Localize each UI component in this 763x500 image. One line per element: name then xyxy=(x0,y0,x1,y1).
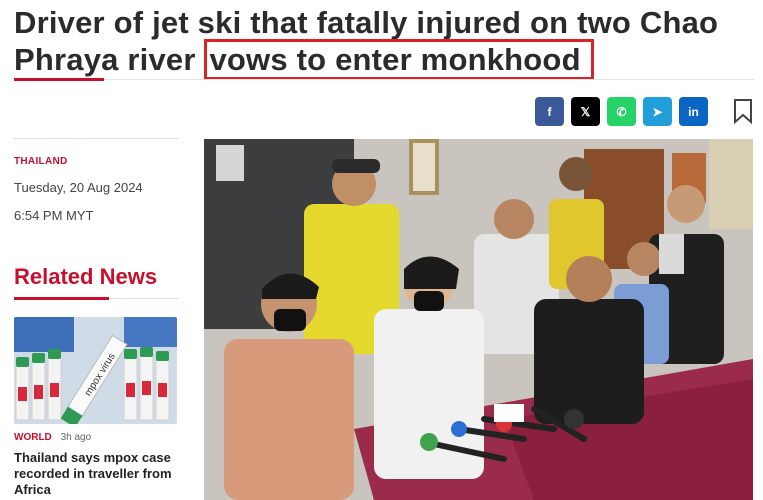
telegram-icon: ➤ xyxy=(652,104,663,119)
facebook-icon: f xyxy=(547,104,552,119)
facebook-share-button[interactable]: f xyxy=(535,97,564,126)
publish-time: 6:54 PM MYT xyxy=(14,208,94,223)
bookmark-icon xyxy=(734,99,752,125)
article-meta-sidebar: THAILAND Tuesday, 20 Aug 2024 6:54 PM MY… xyxy=(14,138,178,223)
linkedin-icon: in xyxy=(688,104,699,119)
sidebar-divider xyxy=(14,138,178,139)
related-item-title[interactable]: Thailand says mpox case recorded in trav… xyxy=(14,450,178,498)
headline-divider xyxy=(14,79,754,80)
related-item-meta: WORLD 3h ago xyxy=(14,432,91,443)
x-share-button[interactable]: 𝕏 xyxy=(571,97,600,126)
article-photo xyxy=(204,139,753,500)
whatsapp-icon: ✆ xyxy=(616,104,627,119)
linkedin-share-button[interactable]: in xyxy=(679,97,708,126)
telegram-share-button[interactable]: ➤ xyxy=(643,97,672,126)
related-item-time: 3h ago xyxy=(60,432,92,443)
press-conference-image xyxy=(204,139,753,500)
article-headline: Driver of jet ski that fatally injured o… xyxy=(14,4,754,80)
publish-date: Tuesday, 20 Aug 2024 xyxy=(14,180,143,195)
share-bar: f 𝕏 ✆ ➤ in xyxy=(535,97,708,126)
related-news-heading: Related News xyxy=(14,264,158,289)
whatsapp-share-button[interactable]: ✆ xyxy=(607,97,636,126)
bookmark-button[interactable] xyxy=(732,98,754,125)
x-icon: 𝕏 xyxy=(580,104,591,119)
related-divider-accent xyxy=(14,297,109,300)
related-item-category[interactable]: WORLD xyxy=(14,432,52,443)
headline-highlight: vows to enter monkhood xyxy=(204,39,594,80)
test-tubes-image: mpox virus xyxy=(14,317,177,424)
section-tag[interactable]: THAILAND xyxy=(14,156,178,167)
headline-divider-accent xyxy=(14,78,104,81)
related-news-thumbnail[interactable]: mpox virus xyxy=(14,317,177,424)
